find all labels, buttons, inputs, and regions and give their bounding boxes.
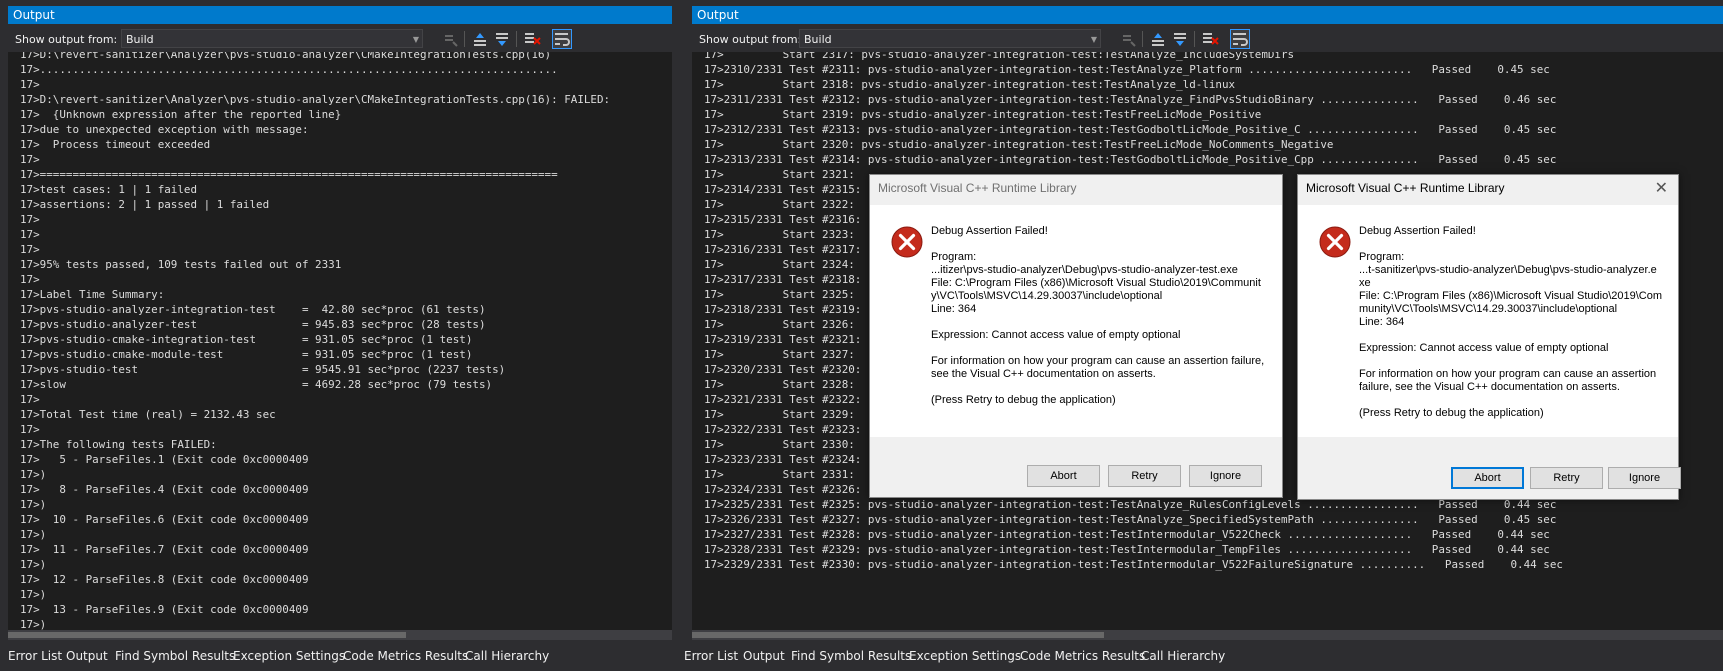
chevron-down-icon: ▼ [412, 35, 419, 44]
show-output-select[interactable]: Build ▼ [799, 29, 1101, 48]
prev-message-icon[interactable] [470, 29, 490, 49]
retry-hint: (Press Retry to debug the application) [931, 394, 1116, 406]
error-icon [891, 226, 923, 258]
word-wrap-icon[interactable] [1230, 29, 1250, 49]
output-toolbar: Show output from: Build ▼ [692, 26, 1723, 52]
horizontal-scrollbar[interactable] [8, 630, 672, 640]
retry-hint: (Press Retry to debug the application) [1359, 407, 1544, 419]
bottom-tab-bar: Error List Output Find Symbol Results Ex… [684, 645, 1723, 667]
tab-output[interactable]: Output [66, 649, 108, 663]
panel-title[interactable]: Output [8, 6, 672, 24]
program-label: Program: [1359, 251, 1405, 263]
tab-exception-settings[interactable]: Exception Settings [233, 649, 345, 663]
abort-button[interactable]: Abort [1451, 467, 1524, 489]
dialog-title: Microsoft Visual C++ Runtime Library [878, 181, 1077, 195]
panel-divider [672, 0, 684, 671]
horizontal-scrollbar[interactable] [692, 630, 1723, 640]
tab-call-hierarchy[interactable]: Call Hierarchy [1141, 649, 1225, 663]
next-message-icon[interactable] [1170, 29, 1190, 49]
show-output-label: Show output from: [15, 33, 118, 46]
info-text: For information on how your program can … [931, 355, 1265, 380]
tab-find-symbol-results[interactable]: Find Symbol Results [791, 649, 911, 663]
assertion-dialog-2: Microsoft Visual C++ Runtime Library ✕ D… [1297, 174, 1681, 500]
clear-all-icon[interactable] [522, 29, 542, 49]
show-output-select[interactable]: Build ▼ [121, 29, 423, 48]
output-text-area[interactable]: 17>D:\revert-sanitizer\Analyzer\pvs-stud… [8, 52, 672, 630]
dialog-title: Microsoft Visual C++ Runtime Library [1306, 181, 1505, 195]
dialog-body: Debug Assertion Failed! Program: ...t-sa… [1298, 205, 1678, 437]
tab-call-hierarchy[interactable]: Call Hierarchy [465, 649, 549, 663]
retry-button[interactable]: Retry [1530, 467, 1603, 489]
show-output-label: Show output from: [699, 33, 802, 46]
expression-text: Expression: Cannot access value of empty… [931, 329, 1181, 341]
dialog-heading: Debug Assertion Failed! [931, 225, 1048, 237]
chevron-down-icon: ▼ [1090, 35, 1097, 44]
error-icon [1319, 226, 1351, 258]
dialog-message: Debug Assertion Failed! Program: ...itiz… [931, 225, 1266, 407]
program-path: ...t-sanitizer\pvs-studio-analyzer\Debug… [1359, 264, 1657, 289]
abort-button[interactable]: Abort [1027, 465, 1100, 487]
expression-text: Expression: Cannot access value of empty… [1359, 342, 1609, 354]
close-icon[interactable]: ✕ [1655, 178, 1668, 198]
ignore-button[interactable]: Ignore [1608, 467, 1681, 489]
program-label: Program: [931, 251, 977, 263]
retry-button[interactable]: Retry [1108, 465, 1181, 487]
program-path: ...itizer\pvs-studio-analyzer\Debug\pvs-… [931, 264, 1238, 276]
tab-find-symbol-results[interactable]: Find Symbol Results [115, 649, 235, 663]
find-message-icon[interactable] [1118, 29, 1138, 49]
bottom-tab-bar: Error List Output Find Symbol Results Ex… [0, 645, 672, 667]
line-number: Line: 364 [931, 303, 977, 315]
tab-error-list[interactable]: Error List [8, 649, 62, 663]
show-output-value: Build [126, 33, 154, 46]
panel-title[interactable]: Output [692, 6, 1723, 24]
find-message-icon[interactable] [440, 29, 460, 49]
file-path: File: C:\Program Files (x86)\Microsoft V… [1359, 290, 1663, 315]
ignore-button[interactable]: Ignore [1189, 465, 1262, 487]
prev-message-icon[interactable] [1148, 29, 1168, 49]
tab-code-metrics-results[interactable]: Code Metrics Results [1020, 649, 1145, 663]
info-text: For information on how your program can … [1359, 368, 1657, 393]
dialog-heading: Debug Assertion Failed! [1359, 225, 1476, 237]
output-toolbar: Show output from: Build ▼ [8, 26, 672, 52]
dialog-message: Debug Assertion Failed! Program: ...t-sa… [1359, 225, 1662, 420]
clear-all-icon[interactable] [1200, 29, 1220, 49]
line-number: Line: 364 [1359, 316, 1405, 328]
output-log: 17>D:\revert-sanitizer\Analyzer\pvs-stud… [20, 52, 611, 630]
next-message-icon[interactable] [492, 29, 512, 49]
tab-error-list[interactable]: Error List [684, 649, 738, 663]
tab-output[interactable]: Output [743, 649, 785, 663]
output-panel-left: Output Show output from: Build ▼ 17>D:\r… [0, 0, 672, 671]
tab-code-metrics-results[interactable]: Code Metrics Results [343, 649, 468, 663]
word-wrap-icon[interactable] [552, 29, 572, 49]
tab-exception-settings[interactable]: Exception Settings [909, 649, 1021, 663]
assertion-dialog-1: Microsoft Visual C++ Runtime Library Deb… [869, 174, 1283, 498]
file-path: File: C:\Program Files (x86)\Microsoft V… [931, 277, 1261, 302]
dialog-body: Debug Assertion Failed! Program: ...itiz… [870, 205, 1282, 437]
show-output-value: Build [804, 33, 832, 46]
